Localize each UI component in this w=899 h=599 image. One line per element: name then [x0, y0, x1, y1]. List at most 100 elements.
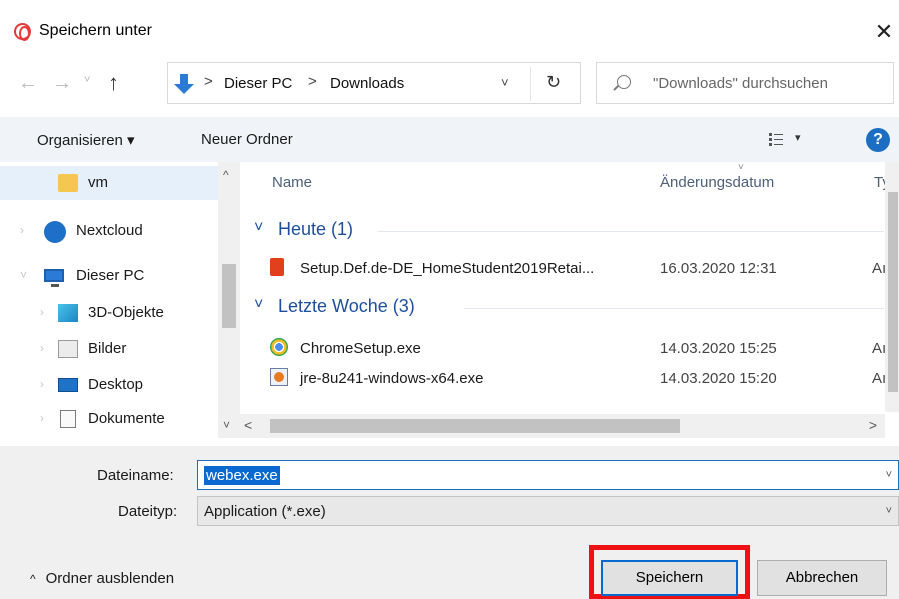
chevron-up-icon: ^: [30, 572, 36, 586]
documents-icon: [60, 410, 76, 428]
download-arrow-icon: [174, 74, 194, 94]
nav-item-pictures[interactable]: › Bilder: [0, 332, 220, 366]
scroll-right-button[interactable]: >: [869, 417, 877, 433]
chrome-installer-icon: [270, 338, 288, 356]
view-options-icon[interactable]: [769, 133, 783, 147]
navigation-pane: vm › Nextcloud ˅ Dieser PC › 3D-Objekte …: [0, 162, 240, 438]
window-title: Speichern unter: [39, 22, 152, 39]
view-dropdown-button[interactable]: ▾: [795, 131, 801, 144]
file-list-horizontal-scrollbar[interactable]: < >: [240, 414, 885, 438]
file-name: ChromeSetup.exe: [300, 340, 421, 357]
group-title: Letzte Woche (3): [278, 296, 415, 316]
expand-chevron-icon: ›: [40, 411, 44, 425]
filename-dropdown-button[interactable]: ˅: [886, 469, 892, 481]
collapse-chevron-icon: ˅: [254, 219, 264, 236]
filetype-select[interactable]: Application (*.exe) ˅: [197, 496, 899, 526]
group-header-today[interactable]: ˅ Heute (1): [254, 219, 884, 243]
file-date: 14.03.2020 15:25: [660, 340, 777, 357]
nav-item-vm[interactable]: vm: [0, 166, 220, 200]
filename-label: Dateiname:: [97, 467, 174, 484]
filename-value: webex.exe: [204, 466, 280, 485]
nav-pane-scrollbar[interactable]: ^ ˅: [218, 162, 240, 438]
opera-icon: [14, 23, 31, 41]
search-placeholder: "Downloads" durchsuchen: [653, 75, 828, 92]
up-button[interactable]: ↑: [108, 70, 119, 96]
nav-item-nextcloud[interactable]: › Nextcloud: [0, 214, 220, 248]
scrollbar-thumb[interactable]: [888, 192, 898, 392]
3d-objects-icon: [58, 304, 78, 322]
divider: [378, 231, 884, 232]
organize-button[interactable]: Organisieren ▾: [37, 131, 135, 149]
close-button[interactable]: ✕: [869, 12, 899, 52]
command-bar: Organisieren ▾ Neuer Ordner ▾ ?: [0, 117, 899, 162]
nav-item-label: Dokumente: [88, 410, 165, 427]
divider: [530, 67, 531, 101]
computer-icon: [44, 269, 64, 287]
scroll-up-button[interactable]: ^: [223, 168, 229, 182]
filetype-dropdown-button[interactable]: ˅: [886, 505, 892, 517]
search-icon: [617, 75, 631, 89]
nav-item-3d-objects[interactable]: › 3D-Objekte: [0, 296, 220, 330]
expand-chevron-icon: ›: [20, 223, 24, 237]
column-header-name[interactable]: Name: [272, 174, 312, 191]
search-input[interactable]: "Downloads" durchsuchen: [596, 62, 894, 104]
nextcloud-icon: [44, 221, 66, 243]
scroll-left-button[interactable]: <: [244, 417, 252, 433]
expand-chevron-icon: ›: [40, 305, 44, 319]
back-button[interactable]: ←: [18, 72, 42, 96]
office-icon: [270, 258, 284, 276]
forward-button[interactable]: →: [52, 72, 76, 96]
new-folder-button[interactable]: Neuer Ordner: [201, 131, 293, 148]
help-icon[interactable]: ?: [866, 128, 890, 152]
file-date: 16.03.2020 12:31: [660, 260, 777, 277]
hide-folders-label: Ordner ausblenden: [45, 570, 175, 587]
file-list-vertical-scrollbar[interactable]: [885, 162, 899, 412]
nav-item-label: Nextcloud: [76, 222, 143, 239]
nav-item-desktop[interactable]: › Desktop: [0, 368, 220, 402]
file-list: ˅ Name Änderungsdatum Ty ˅ Heute (1) Set…: [240, 162, 899, 438]
filetype-value: Application (*.exe): [204, 503, 326, 520]
refresh-button[interactable]: ↻: [546, 72, 561, 93]
nav-item-label: vm: [88, 174, 108, 191]
breadcrumb-separator: >: [308, 73, 317, 90]
cancel-button[interactable]: Abbrechen: [757, 560, 887, 596]
column-header-date[interactable]: Änderungsdatum: [660, 174, 774, 191]
divider: [464, 308, 884, 309]
save-form: Dateiname: webex.exe ˅ Dateityp: Applica…: [0, 446, 899, 599]
file-name: Setup.Def.de-DE_HomeStudent2019Retai...: [300, 260, 595, 277]
nav-item-label: Bilder: [88, 340, 127, 357]
expand-chevron-icon: ›: [40, 377, 44, 391]
file-name: jre-8u241-windows-x64.exe: [300, 370, 484, 387]
nav-item-label: 3D-Objekte: [88, 304, 164, 321]
navigation-row: ← → ˅ ↑ > Dieser PC > Downloads ˅ ↻ "Dow…: [0, 62, 899, 112]
nav-item-label: Dieser PC: [76, 267, 145, 284]
folder-icon: [58, 174, 78, 192]
breadcrumb-separator: >: [204, 73, 213, 90]
expand-chevron-icon: ›: [40, 341, 44, 355]
nav-item-documents[interactable]: › Dokumente: [0, 402, 220, 436]
scrollbar-thumb[interactable]: [270, 419, 680, 433]
filetype-label: Dateityp:: [118, 503, 178, 520]
filename-field[interactable]: webex.exe ˅: [197, 460, 899, 490]
collapse-chevron-icon: ˅: [254, 296, 264, 313]
scrollbar-thumb[interactable]: [222, 264, 236, 328]
file-row[interactable]: Setup.Def.de-DE_HomeStudent2019Retai... …: [270, 254, 886, 282]
pictures-icon: [58, 340, 78, 358]
nav-item-label: Desktop: [88, 376, 144, 393]
save-button[interactable]: Speichern: [601, 560, 738, 596]
file-row[interactable]: jre-8u241-windows-x64.exe 14.03.2020 15:…: [270, 364, 886, 392]
address-bar[interactable]: > Dieser PC > Downloads ˅ ↻: [167, 62, 581, 104]
nav-item-this-pc[interactable]: ˅ Dieser PC: [0, 259, 220, 293]
collapse-chevron-icon: ˅: [20, 268, 28, 282]
group-header-last-week[interactable]: ˅ Letzte Woche (3): [254, 296, 884, 320]
file-date: 14.03.2020 15:20: [660, 370, 777, 387]
breadcrumb-downloads[interactable]: Downloads: [330, 75, 404, 92]
title-bar: Speichern unter ✕: [0, 0, 899, 62]
file-row[interactable]: ChromeSetup.exe 14.03.2020 15:25 Aı: [270, 334, 886, 362]
breadcrumb-this-pc[interactable]: Dieser PC: [224, 75, 292, 92]
recent-locations-button[interactable]: ˅: [84, 74, 90, 86]
address-dropdown-button[interactable]: ˅: [501, 75, 509, 90]
hide-folders-toggle[interactable]: ^ Ordner ausblenden: [30, 570, 174, 587]
desktop-icon: [58, 378, 78, 392]
scroll-down-button[interactable]: ˅: [223, 418, 230, 432]
